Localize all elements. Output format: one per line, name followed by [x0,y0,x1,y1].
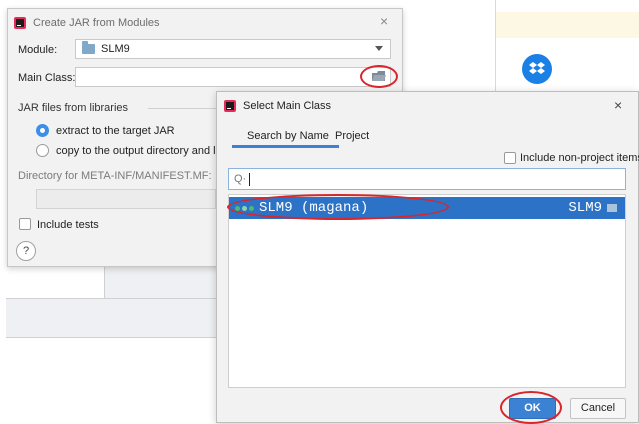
search-icon: Q· [234,173,247,185]
select-main-class-dialog: Select Main Class × Search by Name Proje… [216,91,639,424]
dropbox-icon[interactable] [522,54,552,84]
active-tab-indicator [232,145,339,148]
bg-bottom-bar [6,298,218,338]
app-logo-icon [224,100,236,112]
module-value: SLM9 [101,43,130,55]
radio-extract[interactable] [36,124,49,137]
bg-divider [495,0,496,92]
close-icon[interactable]: × [380,13,388,29]
help-button[interactable]: ? [16,241,36,261]
browse-folder-icon[interactable] [372,71,386,82]
include-tests-label: Include tests [37,219,99,231]
module-select[interactable]: SLM9 [75,39,391,59]
include-non-project-label: Include non-project items [520,152,639,164]
class-icon [235,205,254,211]
bg-top-strip [403,0,639,10]
close-icon[interactable]: × [614,97,622,113]
dialog-titlebar: Create JAR from Modules [8,9,402,36]
app-logo-icon [14,16,26,29]
list-item[interactable]: SLM9 (magana) SLM9 [229,197,625,219]
result-name: SLM9 (magana) [259,200,369,216]
radio-copy[interactable] [36,144,49,157]
text-caret [249,173,250,186]
main-class-label: Main Class: [18,72,76,84]
main-class-input[interactable] [75,67,391,87]
module-label: Module: [18,44,58,56]
libraries-group-label: JAR files from libraries [18,102,129,114]
cancel-button[interactable]: Cancel [570,398,626,419]
folder-icon [82,41,95,54]
option-copy-label: copy to the output directory and link vi [56,145,241,157]
result-module: SLM9 [568,200,617,216]
dialog2-titlebar: Select Main Class [217,92,638,120]
chevron-down-icon [375,46,383,51]
bg-panel [104,265,217,299]
module-folder-icon [607,204,617,212]
option-extract-label: extract to the target JAR [56,125,175,137]
manifest-label: Directory for META-INF/MANIFEST.MF: [18,170,212,182]
search-input[interactable]: Q· [228,168,626,190]
include-non-project-checkbox[interactable] [504,152,516,164]
include-tests-checkbox[interactable] [19,218,31,230]
dialog-title: Create JAR from Modules [33,16,160,29]
results-list: SLM9 (magana) SLM9 [228,194,626,388]
manifest-field [36,189,216,209]
ok-button[interactable]: OK [509,398,556,419]
tab-project[interactable]: Project [335,130,369,142]
result-module-name: SLM9 [568,200,602,216]
dialog2-title: Select Main Class [243,100,332,112]
notification-bar [496,12,639,38]
tab-search-by-name[interactable]: Search by Name [247,130,329,142]
